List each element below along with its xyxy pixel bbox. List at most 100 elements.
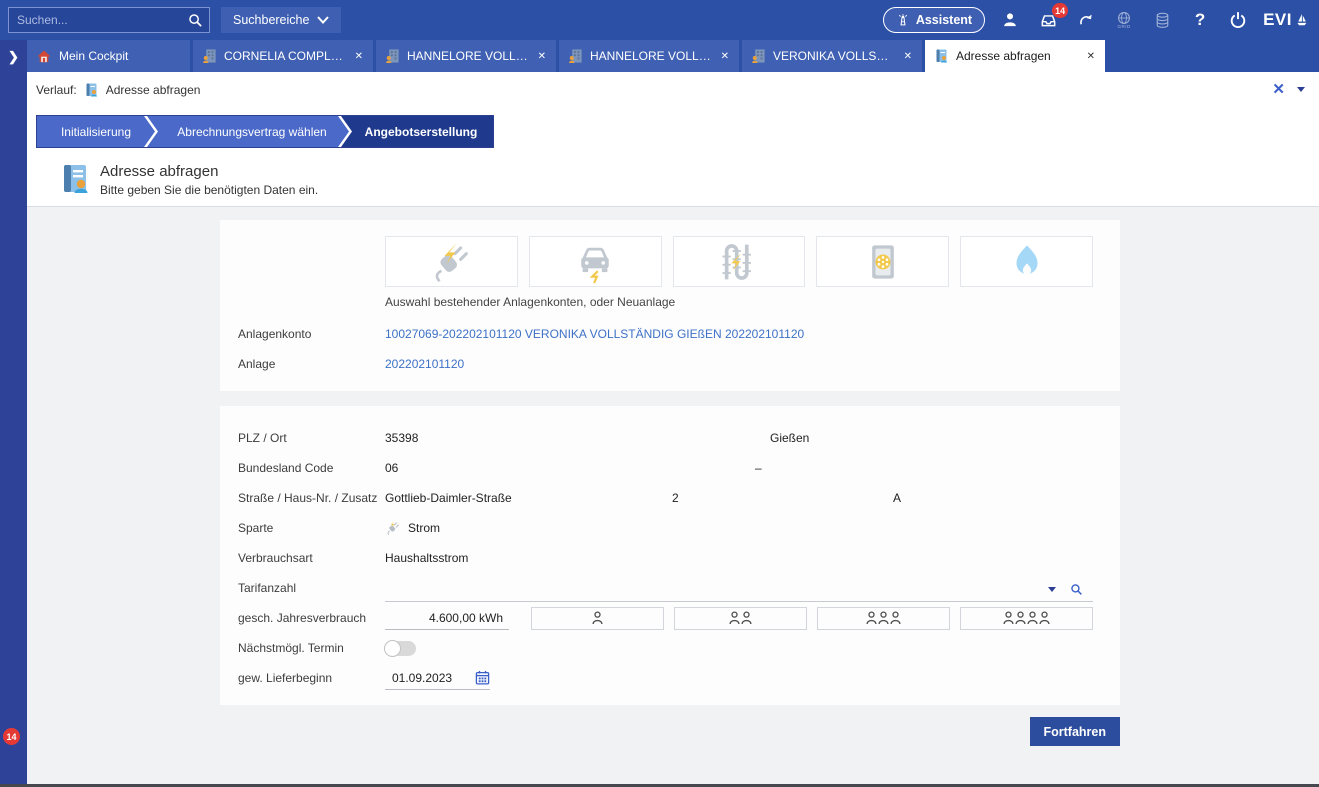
inbox-badge: 14 [1052, 3, 1068, 18]
category-nachtspeicher-button[interactable] [816, 236, 949, 287]
building-person-icon [385, 48, 400, 64]
plz-field[interactable]: 35398 [385, 423, 418, 453]
address-panel: PLZ / Ort 35398 Gießen Bundesland Code 0… [220, 406, 1120, 705]
sidebar-notification-badge[interactable]: 14 [3, 728, 20, 745]
verbrauchsart-value[interactable]: Haushaltsstrom [385, 551, 468, 565]
tab-cornelia-comple[interactable]: CORNELIA COMPLE... ✕ [193, 40, 373, 72]
category-gas-button[interactable] [960, 236, 1093, 287]
bundesland-extra-field[interactable]: – [755, 453, 762, 483]
tarifanzahl-dropdown-icon[interactable] [1048, 587, 1056, 592]
person-count-buttons [521, 607, 1093, 630]
tab-close-icon[interactable]: ✕ [537, 51, 547, 62]
form-background: Auswahl bestehender Anlagenkonten, oder … [27, 207, 1319, 784]
search-icon[interactable] [181, 8, 209, 32]
lieferbeginn-input[interactable]: 01.09.2023 [385, 667, 490, 690]
strasse-row: Straße / Haus-Nr. / Zusatz Gottlieb-Daim… [238, 483, 1093, 513]
sparte-text[interactable]: Strom [408, 521, 440, 535]
sidebar-strip: ❯ 14 [0, 40, 27, 784]
tab-hannelore-vollst[interactable]: HANNELORE VOLLST... ✕ [559, 40, 739, 72]
tab-close-icon[interactable]: ✕ [720, 51, 730, 62]
page-header-text: Adresse abfragen Bitte geben Sie die ben… [100, 163, 318, 197]
anlage-row: Anlage 202202101120 [238, 349, 1093, 379]
history-row: Verlauf: Adresse abfragen ✕ [27, 72, 1319, 107]
termin-toggle[interactable] [385, 641, 416, 656]
persons-2-button[interactable] [674, 607, 807, 630]
person-icon [878, 611, 889, 625]
ort-field[interactable]: Gießen [770, 423, 809, 453]
category-waermestrom-button[interactable] [673, 236, 806, 287]
category-strom-button[interactable] [385, 236, 518, 287]
jahresverbrauch-label: gesch. Jahresverbrauch [238, 611, 385, 625]
category-elektromobilitaet-button[interactable] [529, 236, 662, 287]
persons-3-button[interactable] [817, 607, 950, 630]
tab-close-icon[interactable]: ✕ [354, 51, 364, 62]
search-input[interactable] [9, 13, 181, 27]
database-icon[interactable] [1149, 7, 1175, 33]
ecar-icon [572, 240, 618, 284]
building-person-icon [202, 48, 217, 64]
wizard-step-1[interactable]: Initialisierung [37, 116, 155, 147]
jahresverbrauch-input[interactable]: 4.600,00 kWh [385, 607, 509, 630]
bundesland-code-field[interactable]: 06 [385, 453, 398, 483]
app-window: Suchbereiche Assistent 14 GRID ? [0, 0, 1319, 787]
tab-close-icon[interactable]: ✕ [1086, 51, 1096, 62]
history-label: Verlauf: [36, 83, 77, 97]
strasse-label: Straße / Haus-Nr. / Zusatz [238, 491, 385, 505]
persons-4-button[interactable] [960, 607, 1093, 630]
flame-icon [1009, 240, 1045, 284]
tab-close-icon[interactable]: ✕ [903, 51, 913, 62]
tab-label: HANNELORE VOLLST... [590, 49, 713, 63]
global-search[interactable] [8, 7, 210, 33]
search-scope-label: Suchbereiche [233, 13, 309, 27]
page-header: Adresse abfragen Bitte geben Sie die ben… [27, 148, 1319, 207]
hausnr-field[interactable]: 2 [672, 483, 679, 513]
tab-hannelore-vollst[interactable]: HANNELORE VOLLST...✕ [376, 40, 556, 72]
assistant-button[interactable]: Assistent [883, 7, 985, 33]
zusatz-field[interactable]: A [893, 483, 901, 513]
tab-bar: Mein Cockpit CORNELIA COMPLE... ✕ HANNELORE… [27, 40, 1319, 72]
power-icon[interactable] [1225, 7, 1251, 33]
meter-icon [863, 240, 903, 284]
help-icon[interactable]: ? [1187, 7, 1213, 33]
tab-label: CORNELIA COMPLE... [224, 49, 347, 63]
electric-plug-icon [385, 520, 401, 536]
calendar-icon[interactable] [475, 670, 490, 685]
caret-down-icon[interactable] [1297, 87, 1305, 92]
chevron-down-icon [317, 16, 329, 24]
tarifanzahl-search-icon[interactable] [1070, 583, 1083, 596]
inbox-icon[interactable]: 14 [1035, 7, 1061, 33]
person-icon [741, 611, 752, 625]
sparte-value: Strom [385, 520, 440, 536]
tab-label: Adresse abfragen [956, 49, 1079, 63]
person-icon [729, 611, 740, 625]
redo-icon[interactable] [1073, 7, 1099, 33]
coil-icon [717, 240, 761, 284]
tab-adresse-abfragen[interactable]: Adresse abfragen ✕ [925, 40, 1105, 72]
person-icon [1015, 611, 1026, 625]
tarifanzahl-label: Tarifanzahl [238, 581, 385, 595]
tab-mein-cockpit[interactable]: Mein Cockpit [27, 40, 190, 72]
history-item[interactable]: Adresse abfragen [106, 83, 201, 97]
wizard-step-2[interactable]: Abrechnungsvertrag wählen [147, 116, 349, 147]
anlage-link[interactable]: 202202101120 [385, 357, 464, 371]
close-icon[interactable]: ✕ [1272, 82, 1285, 97]
anlagenkonto-link[interactable]: 10027069-202202101120 VERONIKA VOLLSTÄND… [385, 327, 804, 341]
strasse-field[interactable]: Gottlieb-Daimler-Straße [385, 483, 512, 513]
sparte-row: Sparte Strom [238, 513, 1093, 543]
wizard-step-3[interactable]: Angebotserstellung [341, 116, 493, 147]
tab-veronika-vollst[interactable]: VERONIKA VOLLSTÄ...✕ [742, 40, 922, 72]
grid-globe-icon[interactable]: GRID [1111, 7, 1137, 33]
topbar: Suchbereiche Assistent 14 GRID ? [0, 0, 1319, 40]
search-scope-button[interactable]: Suchbereiche [221, 7, 341, 33]
person-icon [866, 611, 877, 625]
tab-label: Mein Cockpit [59, 49, 181, 63]
tarifanzahl-input[interactable] [385, 578, 1093, 602]
persons-1-button[interactable] [531, 607, 664, 630]
page-title: Adresse abfragen [100, 163, 318, 180]
continue-button[interactable]: Fortfahren [1030, 717, 1121, 746]
user-icon[interactable] [997, 7, 1023, 33]
person-icon [890, 611, 901, 625]
sidebar-expand-button[interactable]: ❯ [8, 40, 19, 74]
person-icon [1003, 611, 1014, 625]
lieferbeginn-label: gew. Lieferbeginn [238, 671, 385, 685]
